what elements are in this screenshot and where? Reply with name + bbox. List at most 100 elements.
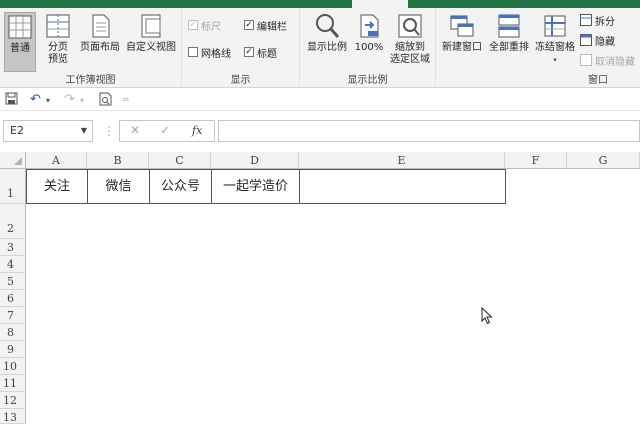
zoom-100-button[interactable]: 100% bbox=[352, 12, 386, 72]
row-header-3[interactable]: 3 bbox=[0, 239, 26, 256]
zoom-to-selection-icon bbox=[398, 14, 422, 38]
page-break-preview-label-1: 分页 bbox=[48, 42, 68, 53]
formula-bar: E2 ▼ ⋮ ✕ ✓ fx bbox=[0, 112, 640, 148]
normal-view-label: 普通 bbox=[10, 43, 30, 54]
group-label-workbook-views: 工作簿视图 bbox=[65, 75, 116, 86]
cell-b1[interactable]: 微信 bbox=[88, 169, 150, 204]
name-box[interactable]: E2 ▼ bbox=[3, 120, 93, 142]
cancel-icon[interactable]: ✕ bbox=[130, 123, 140, 137]
gridlines-checkbox[interactable]: 网格线 bbox=[188, 45, 231, 60]
ruler-label: 标尺 bbox=[201, 21, 221, 33]
freeze-panes-icon bbox=[544, 15, 566, 37]
column-header-c[interactable]: C bbox=[149, 152, 211, 169]
formula-bar-label: 编辑栏 bbox=[257, 21, 287, 33]
worksheet-grid[interactable]: A B C D E F G 1 2 3 4 5 6 7 8 9 10 11 12… bbox=[0, 152, 640, 424]
row-header-11[interactable]: 11 bbox=[0, 375, 26, 392]
formula-bar-check-icon: ✓ bbox=[244, 20, 254, 30]
row-header-2[interactable]: 2 bbox=[0, 204, 26, 239]
row-header-9[interactable]: 9 bbox=[0, 341, 26, 358]
page-layout-button[interactable]: 页面布局 bbox=[78, 12, 122, 72]
page-layout-label: 页面布局 bbox=[80, 42, 120, 53]
formula-bar-checkbox[interactable]: ✓ 编辑栏 bbox=[244, 18, 287, 33]
undo-dropdown-icon[interactable]: ▾ bbox=[46, 96, 50, 105]
headings-checkbox[interactable]: ✓ 标题 bbox=[244, 45, 277, 60]
row-header-4[interactable]: 4 bbox=[0, 256, 26, 273]
gridlines-check-icon bbox=[188, 47, 198, 57]
ruler-check-icon: ✓ bbox=[188, 20, 198, 30]
customize-qat-icon[interactable]: = bbox=[122, 95, 130, 105]
column-header-a[interactable]: A bbox=[26, 152, 87, 169]
new-window-button[interactable]: 新建窗口 bbox=[440, 12, 484, 72]
row-header-10[interactable]: 10 bbox=[0, 358, 26, 375]
select-all-corner[interactable] bbox=[0, 152, 26, 169]
row-header-5[interactable]: 5 bbox=[0, 273, 26, 290]
unhide-button[interactable]: 取消隐藏 bbox=[580, 53, 635, 68]
ribbon: 普通 分页 预览 页面布局 自定义视图 工作簿视图 ✓ 标尺 ✓ 编辑栏 网格线… bbox=[0, 8, 640, 88]
column-header-e[interactable]: E bbox=[299, 152, 505, 169]
group-window: 新建窗口 全部重排 冻结窗格 ▾ 拆分 隐藏 取消隐藏 窗口 bbox=[436, 8, 640, 88]
formula-bar-buttons: ✕ ✓ fx bbox=[119, 120, 215, 142]
redo-dropdown-icon[interactable]: ▾ bbox=[80, 96, 84, 105]
arrange-all-button[interactable]: 全部重排 bbox=[486, 12, 532, 72]
redo-icon[interactable]: ↷ bbox=[64, 92, 75, 107]
row-header-6[interactable]: 6 bbox=[0, 290, 26, 307]
insert-function-icon[interactable]: fx bbox=[192, 124, 202, 137]
custom-views-label: 自定义视图 bbox=[126, 42, 176, 53]
zoom-to-selection-label-2: 选定区域 bbox=[390, 54, 430, 65]
group-label-window: 窗口 bbox=[588, 75, 608, 86]
row-header-7[interactable]: 7 bbox=[0, 307, 26, 324]
row-header-1[interactable]: 1 bbox=[0, 169, 26, 204]
column-header-d[interactable]: D bbox=[211, 152, 299, 169]
arrange-all-label: 全部重排 bbox=[489, 42, 529, 53]
enter-icon[interactable]: ✓ bbox=[160, 123, 170, 137]
zoom-to-selection-button[interactable]: 缩放到 选定区域 bbox=[388, 12, 432, 72]
formula-input[interactable] bbox=[218, 120, 640, 142]
headings-check-icon: ✓ bbox=[244, 47, 254, 57]
ruler-checkbox[interactable]: ✓ 标尺 bbox=[188, 18, 221, 33]
new-window-label: 新建窗口 bbox=[442, 42, 482, 53]
cell-e1[interactable] bbox=[300, 169, 506, 204]
zoom-100-icon bbox=[360, 14, 379, 38]
split-icon bbox=[580, 14, 592, 26]
cell-a1[interactable]: 关注 bbox=[26, 169, 88, 204]
row-header-13[interactable]: 13 bbox=[0, 409, 26, 424]
name-box-value: E2 bbox=[10, 124, 24, 137]
page-break-preview-icon bbox=[46, 14, 70, 38]
hide-label: 隐藏 bbox=[595, 36, 615, 48]
formula-bar-splitter[interactable]: ⋮ bbox=[103, 124, 115, 138]
row-header-12[interactable]: 12 bbox=[0, 392, 26, 409]
cell-c1[interactable]: 公众号 bbox=[150, 169, 212, 204]
print-preview-icon[interactable] bbox=[99, 92, 112, 110]
freeze-panes-dropdown-icon: ▾ bbox=[553, 56, 557, 64]
split-button[interactable]: 拆分 bbox=[580, 13, 615, 28]
hide-button[interactable]: 隐藏 bbox=[580, 33, 615, 48]
name-box-dropdown-icon[interactable]: ▼ bbox=[81, 121, 87, 141]
group-show: ✓ 标尺 ✓ 编辑栏 网格线 ✓ 标题 显示 bbox=[182, 8, 300, 88]
page-break-preview-label-2: 预览 bbox=[48, 54, 68, 65]
column-header-g[interactable]: G bbox=[567, 152, 640, 169]
cell-d1[interactable]: 一起学造价 bbox=[212, 169, 300, 204]
headings-label: 标题 bbox=[257, 48, 277, 60]
group-zoom: 显示比例 100% 缩放到 选定区域 显示比例 bbox=[300, 8, 436, 88]
unhide-label: 取消隐藏 bbox=[595, 56, 635, 68]
zoom-button[interactable]: 显示比例 bbox=[304, 12, 350, 72]
page-layout-icon bbox=[92, 14, 110, 38]
normal-view-button[interactable]: 普通 bbox=[4, 12, 36, 72]
column-header-b[interactable]: B bbox=[87, 152, 149, 169]
row-header-8[interactable]: 8 bbox=[0, 324, 26, 341]
ribbon-tab-strip bbox=[0, 0, 640, 8]
column-header-f[interactable]: F bbox=[505, 152, 567, 169]
zoom-label: 显示比例 bbox=[307, 42, 347, 53]
unhide-icon bbox=[580, 54, 592, 66]
custom-views-icon bbox=[141, 14, 161, 38]
tab-view-active[interactable] bbox=[352, 0, 408, 8]
undo-icon[interactable]: ↶ bbox=[30, 92, 41, 107]
quick-access-toolbar: ↶ ▾ ↷ ▾ = bbox=[0, 89, 640, 111]
page-break-preview-button[interactable]: 分页 预览 bbox=[42, 12, 74, 72]
save-icon[interactable] bbox=[5, 92, 18, 109]
gridlines-label: 网格线 bbox=[201, 48, 231, 60]
custom-views-button[interactable]: 自定义视图 bbox=[124, 12, 178, 72]
group-label-zoom: 显示比例 bbox=[347, 75, 388, 86]
split-label: 拆分 bbox=[595, 16, 615, 28]
freeze-panes-button[interactable]: 冻结窗格 ▾ bbox=[533, 12, 577, 72]
